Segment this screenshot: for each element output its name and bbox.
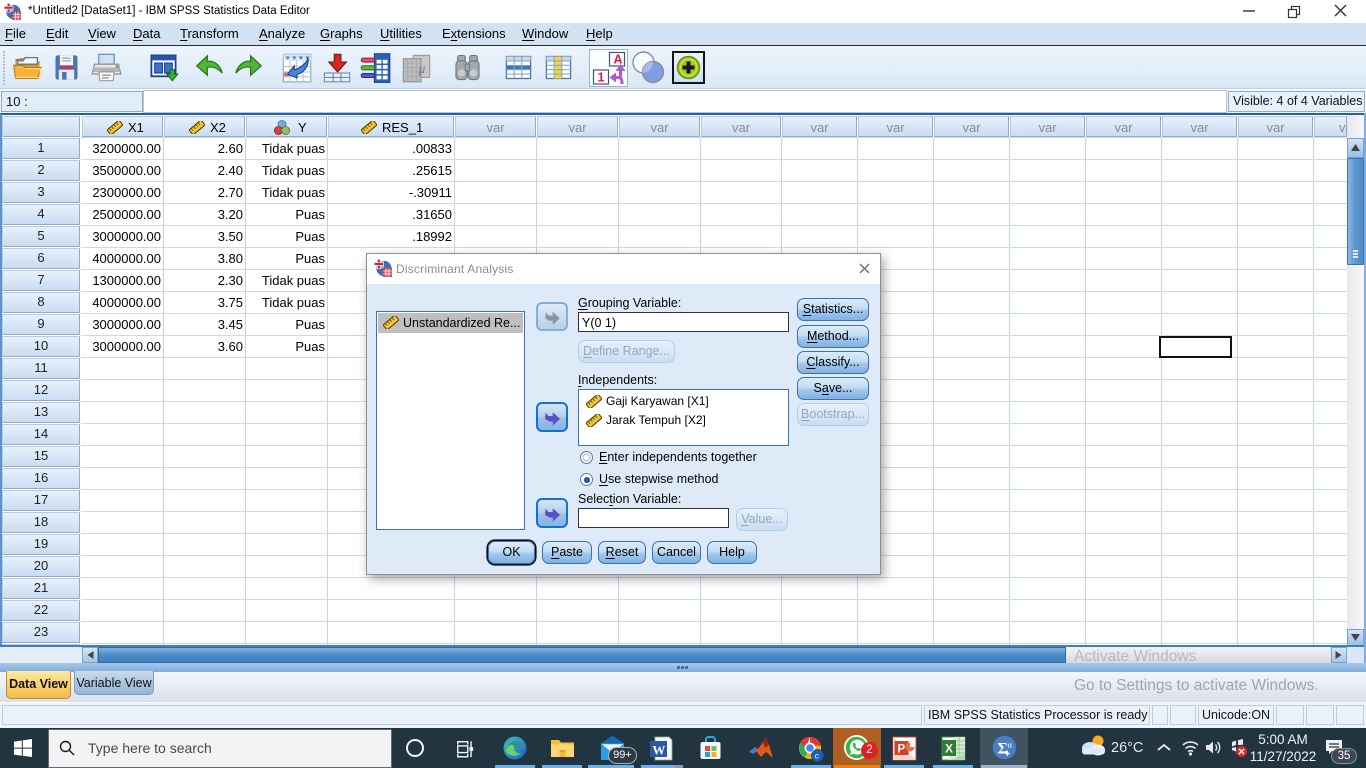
svg-text:c: c	[815, 751, 820, 761]
svg-text:α: α	[1008, 740, 1013, 750]
svg-text:Σ: Σ	[998, 741, 1008, 758]
svg-text:W: W	[652, 743, 665, 758]
svg-text:A: A	[614, 53, 623, 67]
svg-text:P: P	[898, 744, 906, 756]
svg-text:1: 1	[598, 71, 605, 85]
svg-text:X: X	[945, 742, 953, 756]
svg-text:μ: μ	[418, 61, 426, 76]
